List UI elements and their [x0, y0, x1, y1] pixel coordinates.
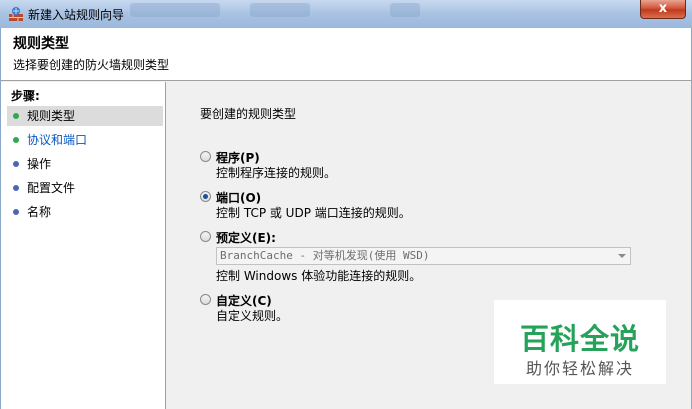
window-title: 新建入站规则向导	[28, 8, 125, 22]
predefined-select: BranchCache - 对等机发现(使用 WSD)	[216, 247, 631, 265]
option-description: 控制程序连接的规则。	[216, 166, 337, 180]
step-label: 协议和端口	[27, 133, 88, 147]
port-radio[interactable]	[200, 191, 211, 202]
step-item: 名称	[7, 202, 163, 222]
step-bullet-icon	[13, 113, 19, 119]
step-item: 规则类型	[7, 106, 163, 126]
predefined-description: 控制 Windows 体验功能连接的规则。	[216, 269, 422, 283]
option-description: 控制 TCP 或 UDP 端口连接的规则。	[216, 206, 411, 220]
title-bar[interactable]: 新建入站规则向导 x	[0, 0, 692, 28]
steps-heading: 步骤:	[11, 89, 40, 103]
step-bullet-icon	[13, 161, 19, 167]
steps-panel: 步骤: 规则类型协议和端口操作配置文件名称	[1, 82, 166, 409]
option-description: 自定义规则。	[216, 309, 289, 323]
firewall-app-icon	[9, 7, 23, 21]
program-radio[interactable]	[200, 151, 211, 162]
close-button[interactable]: x	[640, 0, 686, 19]
blurred-background	[390, 3, 420, 17]
option-label[interactable]: 预定义(E):	[216, 229, 276, 246]
predefined-select-value: BranchCache - 对等机发现(使用 WSD)	[220, 249, 430, 262]
watermark-title: 百科全说	[519, 322, 640, 356]
step-item: 配置文件	[7, 178, 163, 198]
page-title: 规则类型	[13, 36, 69, 52]
step-bullet-icon	[13, 185, 19, 191]
step-bullet-icon	[13, 209, 19, 215]
page-subtitle: 选择要创建的防火墙规则类型	[13, 58, 170, 72]
predefined-radio[interactable]	[200, 231, 211, 242]
wizard-header: 规则类型 选择要创建的防火墙规则类型	[1, 28, 691, 81]
step-label: 配置文件	[27, 181, 76, 195]
watermark-subtitle: 助你轻松解决	[525, 359, 634, 378]
step-label: 名称	[27, 205, 52, 219]
step-label: 操作	[27, 157, 52, 171]
step-item: 协议和端口	[7, 130, 163, 150]
watermark: 百科全说 助你轻松解决	[494, 300, 666, 384]
blurred-background	[250, 3, 310, 17]
custom-radio[interactable]	[200, 294, 211, 305]
step-item: 操作	[7, 154, 163, 174]
step-label: 规则类型	[27, 109, 76, 123]
chevron-down-icon	[618, 254, 626, 258]
blurred-background	[130, 3, 220, 17]
rule-type-prompt: 要创建的规则类型	[200, 107, 297, 121]
step-bullet-icon	[13, 137, 19, 143]
